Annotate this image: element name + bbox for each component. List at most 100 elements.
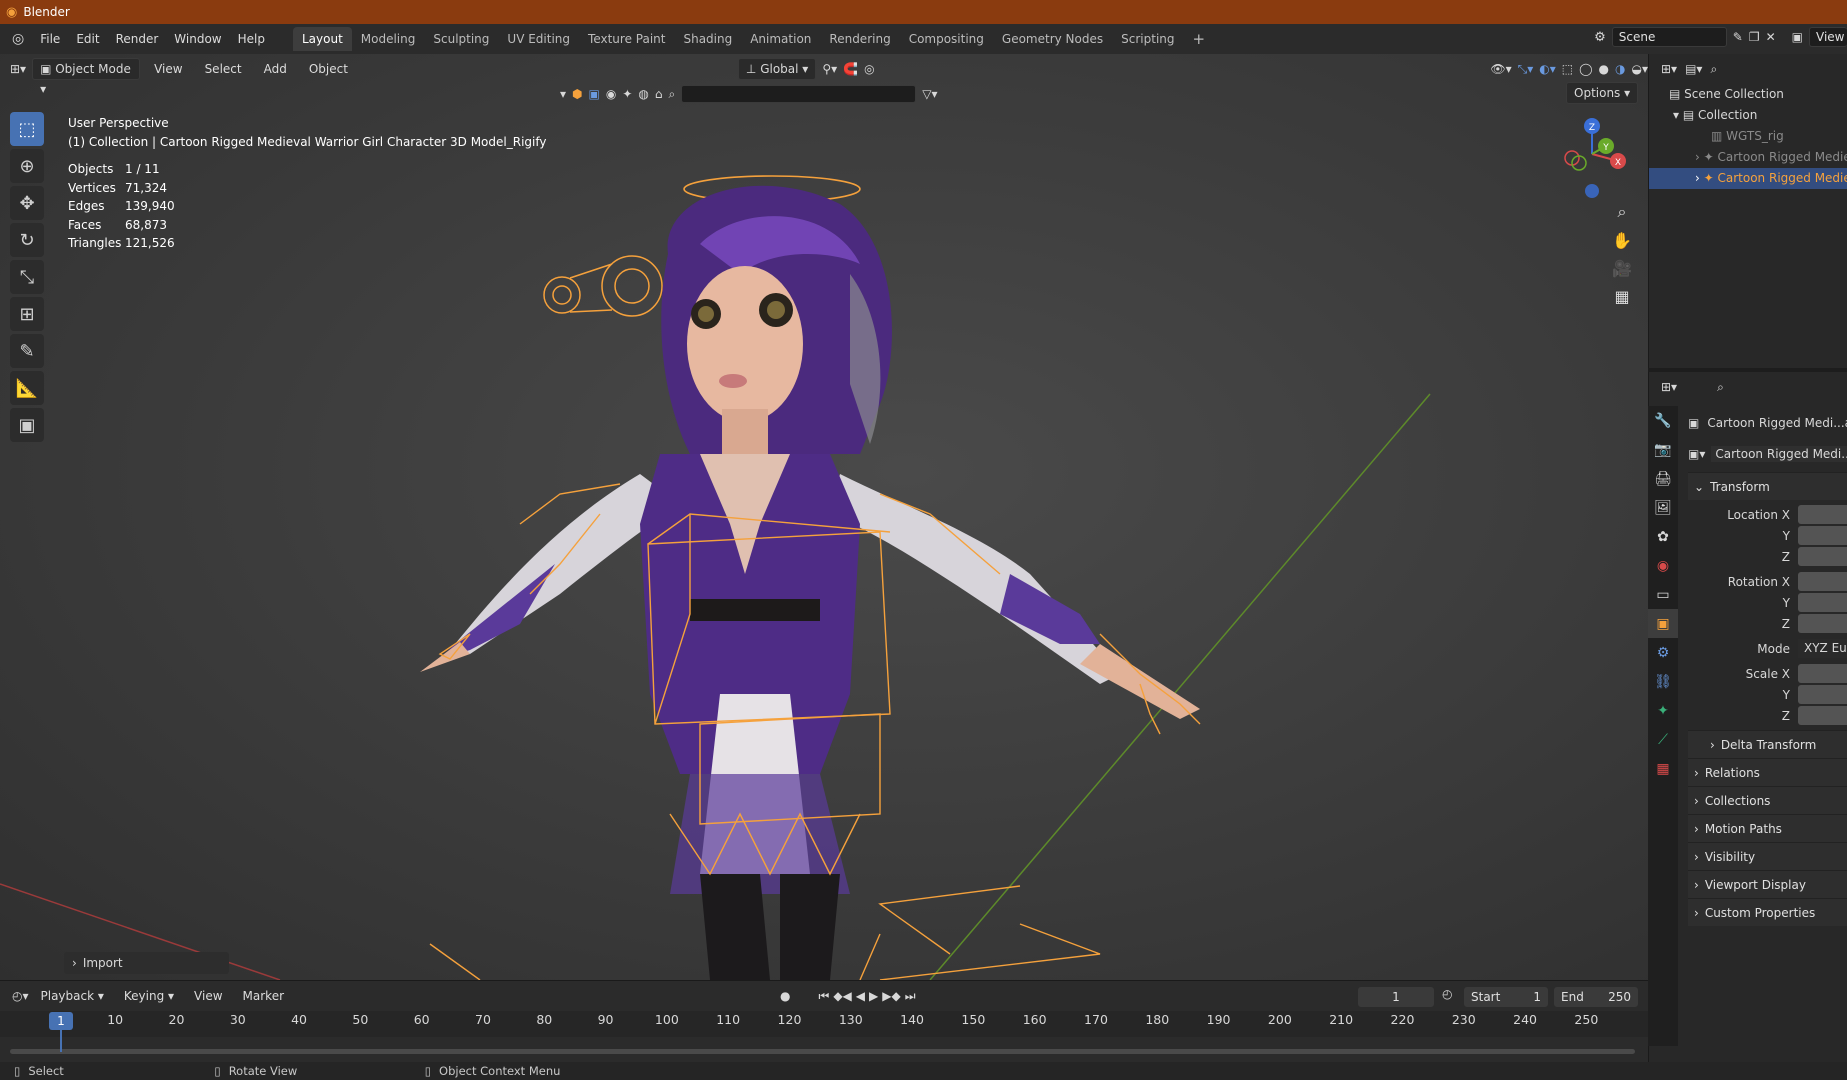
camera-view-icon[interactable]: 🎥	[1608, 254, 1636, 282]
object-data-tab-icon[interactable]: ✦	[1648, 696, 1678, 725]
play-icon[interactable]: ▶	[869, 989, 878, 1003]
outliner-row[interactable]: ▾ ▤ Collection	[1649, 105, 1847, 126]
rotation-z-field[interactable]	[1798, 614, 1847, 633]
rotation-mode-dropdown[interactable]: XYZ Eu	[1798, 639, 1847, 658]
viewport-menu-add[interactable]: Add	[256, 57, 295, 81]
menu-render[interactable]: Render	[108, 27, 167, 51]
viewport-search-input[interactable]	[681, 85, 917, 103]
tab-scripting[interactable]: Scripting	[1112, 27, 1183, 51]
delete-scene-icon[interactable]: ✕	[1766, 30, 1776, 44]
object-data-selector[interactable]: ▣▾ Cartoon Rigged Medi...	[1688, 436, 1847, 472]
transform-tool-icon[interactable]: ⊞	[10, 297, 44, 331]
outliner-row-selected[interactable]: › ✦ Cartoon Rigged Medie	[1649, 168, 1847, 189]
filter-camera-icon[interactable]: ⌂	[655, 87, 663, 101]
gizmo-toggle-icon[interactable]: ⤡▾	[1518, 62, 1534, 77]
object-name-field[interactable]: ▣Cartoon Rigged Medi...act	[1688, 410, 1847, 436]
pin-icon[interactable]: ✎	[1733, 30, 1743, 44]
tab-modeling[interactable]: Modeling	[352, 27, 425, 51]
filter-armature-icon[interactable]: ✦	[622, 87, 632, 101]
tab-rendering[interactable]: Rendering	[820, 27, 899, 51]
scene-name-field[interactable]: Scene	[1611, 27, 1727, 47]
viewport-display-panel-header[interactable]: › Viewport Display	[1688, 870, 1847, 898]
motion-paths-panel-header[interactable]: › Motion Paths	[1688, 814, 1847, 842]
chevron-right-icon[interactable]: ›	[1695, 150, 1704, 164]
rendered-shading-icon[interactable]: ◒▾	[1632, 62, 1649, 76]
tab-texture-paint[interactable]: Texture Paint	[579, 27, 674, 51]
navigation-gizmo[interactable]: Z Y X	[1550, 114, 1630, 204]
scale-x-field[interactable]	[1798, 664, 1847, 683]
collections-panel-header[interactable]: › Collections	[1688, 786, 1847, 814]
output-tab-icon[interactable]: 🖨	[1648, 464, 1678, 493]
tab-shading[interactable]: Shading	[674, 27, 741, 51]
tab-geometry-nodes[interactable]: Geometry Nodes	[993, 27, 1112, 51]
scene-tab-icon[interactable]: ✿	[1648, 522, 1678, 551]
xray-icon[interactable]: ⬚	[1562, 62, 1573, 76]
tool-tab-icon[interactable]: 🔧	[1648, 406, 1678, 435]
visibility-panel-header[interactable]: › Visibility	[1688, 842, 1847, 870]
tab-animation[interactable]: Animation	[741, 27, 820, 51]
ortho-grid-icon[interactable]: ▦	[1608, 282, 1636, 310]
tab-sculpting[interactable]: Sculpting	[424, 27, 498, 51]
options-button[interactable]: Options ▾	[1566, 82, 1639, 104]
pivot-icon[interactable]: ⚲▾	[822, 62, 837, 76]
jump-end-icon[interactable]: ⏭	[905, 989, 916, 1004]
object-color-icon[interactable]: ⬢	[572, 87, 582, 101]
select-box-tool-icon[interactable]: ⬚	[10, 112, 44, 146]
snap-icon[interactable]: 🧲	[843, 62, 858, 76]
outliner-search-icon[interactable]: ⌕	[1710, 62, 1717, 77]
mode-dropdown[interactable]: ▣ Object Mode ▾	[32, 58, 141, 96]
add-workspace-button[interactable]: +	[1184, 27, 1215, 51]
add-cube-tool-icon[interactable]: ▣	[10, 408, 44, 442]
tab-compositing[interactable]: Compositing	[900, 27, 993, 51]
preview-range-icon[interactable]: ◴	[1442, 987, 1452, 1001]
location-x-field[interactable]	[1798, 505, 1847, 524]
editor-type-icon[interactable]: ⊞▾	[1661, 380, 1677, 394]
jump-keyframe-back-icon[interactable]: ◆◀	[833, 989, 851, 1003]
constraint-tab-icon[interactable]: ⛓	[1648, 667, 1678, 696]
current-frame-field[interactable]: 1	[1358, 987, 1434, 1007]
chevron-right-icon[interactable]: ›	[1695, 171, 1704, 185]
display-mode-icon[interactable]: ▤▾	[1685, 62, 1702, 76]
visibility-icon[interactable]: 👁▾	[1490, 62, 1511, 76]
import-panel[interactable]: › Import	[64, 952, 229, 974]
bone-tab-icon[interactable]: ⟋	[1648, 725, 1678, 754]
annotate-tool-icon[interactable]: ✎	[10, 334, 44, 368]
delta-transform-header[interactable]: › Delta Transform	[1688, 730, 1847, 758]
outliner-row[interactable]: › ✦ Cartoon Rigged Medie	[1649, 147, 1847, 168]
rotate-tool-icon[interactable]: ↻	[10, 223, 44, 257]
blender-menu-icon[interactable]: ◎	[0, 31, 32, 47]
end-frame-field[interactable]: End 250	[1554, 987, 1638, 1007]
proportional-edit-icon[interactable]: ◎	[864, 62, 874, 76]
cursor-tool-icon[interactable]: ⊕	[10, 149, 44, 183]
rotation-y-field[interactable]	[1798, 593, 1847, 612]
collection-tab-icon[interactable]: ▭	[1648, 580, 1678, 609]
menu-edit[interactable]: Edit	[68, 27, 107, 51]
filter-icon[interactable]: ▽▾	[922, 87, 937, 101]
modifier-tab-icon[interactable]: ⚙	[1648, 638, 1678, 667]
custom-properties-panel-header[interactable]: › Custom Properties	[1688, 898, 1847, 926]
timeline-menu-marker[interactable]: Marker	[235, 984, 292, 1008]
new-scene-icon[interactable]: ❐	[1749, 30, 1760, 44]
location-z-field[interactable]	[1798, 547, 1847, 566]
clock-editor-icon[interactable]: ◴▾	[12, 989, 29, 1003]
pan-hand-icon[interactable]: ✋	[1608, 226, 1636, 254]
filter-light-icon[interactable]: ◍	[638, 87, 648, 101]
timeline-menu-playback[interactable]: Playback ▾	[33, 984, 112, 1008]
view-layer-field[interactable]: View	[1809, 27, 1847, 47]
3d-viewport[interactable]: User Perspective (1) Collection | Cartoo…	[0, 54, 1648, 980]
auto-keying-icon[interactable]: ●	[780, 989, 790, 1003]
play-reverse-icon[interactable]: ◀	[856, 989, 865, 1003]
viewport-menu-object[interactable]: Object	[301, 57, 356, 81]
timeline-menu-keying[interactable]: Keying ▾	[116, 984, 182, 1008]
scene-icon[interactable]: ⚙	[1594, 30, 1606, 45]
overlay-toggle-icon[interactable]: ◐▾	[1539, 62, 1556, 76]
scale-z-field[interactable]	[1798, 706, 1847, 725]
menu-help[interactable]: Help	[230, 27, 273, 51]
solid-shading-icon[interactable]: ●	[1599, 62, 1609, 76]
rotation-x-field[interactable]	[1798, 572, 1847, 591]
viewport-menu-view[interactable]: View	[146, 57, 190, 81]
outliner-row[interactable]: ▥ WGTS_rig	[1649, 126, 1847, 147]
transform-panel-header[interactable]: ⌄ Transform	[1688, 472, 1847, 500]
scale-tool-icon[interactable]: ⤡	[10, 260, 44, 294]
move-tool-icon[interactable]: ✥	[10, 186, 44, 220]
